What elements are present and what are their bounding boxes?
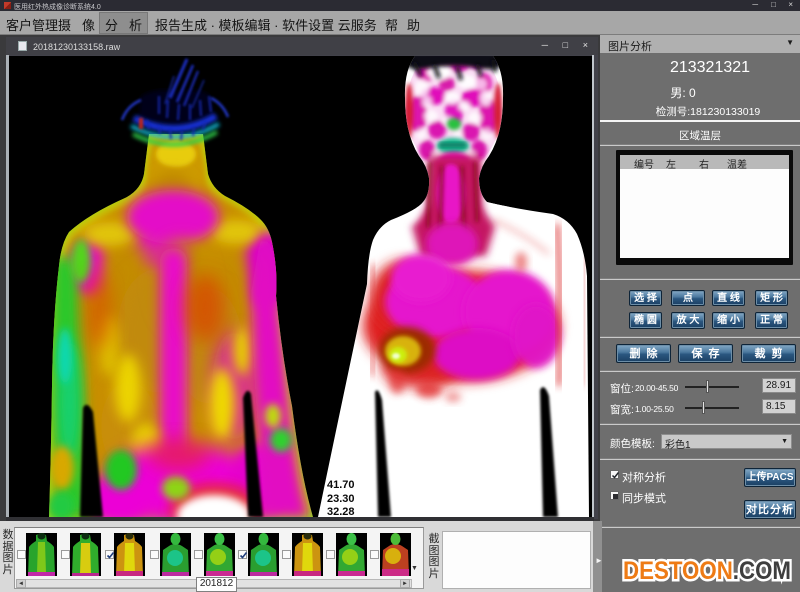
svg-text:41.70: 41.70 xyxy=(327,479,355,491)
svg-text:DESTOON.COM: DESTOON.COM xyxy=(623,557,791,585)
svg-text:32.28: 32.28 xyxy=(327,506,355,517)
svg-text:23.30: 23.30 xyxy=(327,493,355,505)
